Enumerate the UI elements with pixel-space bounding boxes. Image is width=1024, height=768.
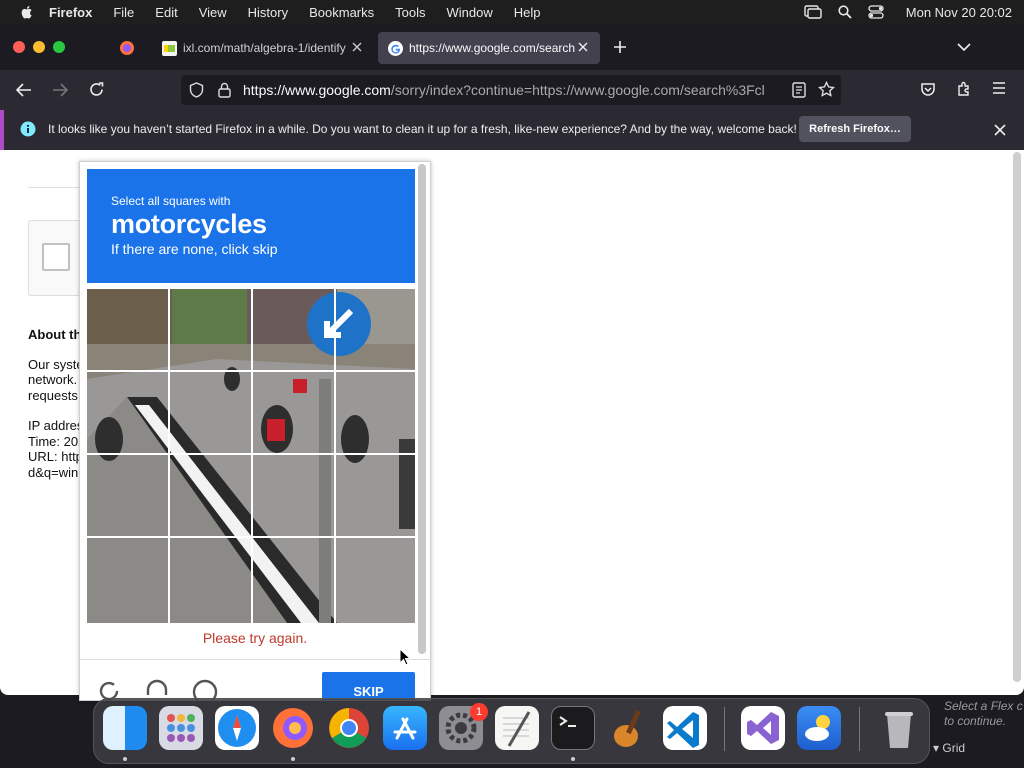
- finder-running-dot: [123, 757, 127, 761]
- bookmark-star-icon[interactable]: [818, 81, 835, 98]
- refresh-firefox-button[interactable]: Refresh Firefox…: [799, 116, 911, 142]
- visual-studio-icon[interactable]: [741, 706, 785, 750]
- tab-ixl-title: ixl.com/math/algebra-1/identify: [183, 41, 346, 55]
- app-store-icon[interactable]: [383, 706, 427, 750]
- textedit-icon[interactable]: [495, 706, 539, 750]
- skip-button[interactable]: SKIP: [322, 672, 415, 700]
- recaptcha-checkbox[interactable]: [42, 243, 70, 271]
- url-host: https://www.google.com: [243, 82, 391, 98]
- tab-google-title: https://www.google.com/search: [409, 41, 576, 55]
- address-bar[interactable]: https://www.google.com/sorry/index?conti…: [181, 75, 841, 105]
- menu-window[interactable]: Window: [447, 5, 493, 20]
- trash-icon[interactable]: [877, 706, 921, 750]
- challenge-instruction: Select all squares with: [111, 194, 231, 208]
- menu-view[interactable]: View: [199, 5, 227, 20]
- menu-tools[interactable]: Tools: [395, 5, 425, 20]
- query-line: d&q=win: [28, 465, 79, 480]
- tab-ixl[interactable]: ixl.com/math/algebra-1/identify: [152, 32, 374, 64]
- grid-section-label[interactable]: ▾ Grid: [933, 741, 965, 755]
- reader-view-icon[interactable]: [792, 82, 806, 98]
- dock: 1: [93, 698, 930, 764]
- challenge-scrollbar[interactable]: [418, 164, 426, 654]
- ip-address-line: IP addres: [28, 418, 84, 433]
- notification-bar: It looks like you haven’t started Firefo…: [0, 110, 1024, 150]
- ixl-favicon-icon: [162, 40, 177, 56]
- menu-edit[interactable]: Edit: [155, 5, 177, 20]
- url-text[interactable]: https://www.google.com/sorry/index?conti…: [243, 82, 783, 98]
- url-line: URL: http: [28, 449, 83, 464]
- info-icon: [20, 121, 36, 137]
- body-line-1: Our syste: [28, 357, 84, 372]
- new-tab-icon[interactable]: [613, 40, 627, 54]
- recaptcha-widget-box: [28, 220, 80, 296]
- list-all-tabs-icon[interactable]: [957, 42, 971, 52]
- settings-badge: 1: [470, 703, 488, 721]
- menu-help[interactable]: Help: [514, 5, 541, 20]
- error-message: Please try again.: [202, 630, 308, 646]
- about-heading: About th: [28, 327, 82, 342]
- grid-lines: [87, 289, 415, 623]
- back-arrow-icon[interactable]: [16, 83, 32, 97]
- vscode-icon[interactable]: [663, 706, 707, 750]
- launchpad-icon[interactable]: [159, 706, 203, 750]
- url-path: /sorry/index?continue=https://www.google…: [390, 82, 765, 98]
- firefox-icon[interactable]: [271, 706, 315, 750]
- challenge-target: motorcycles: [111, 209, 267, 239]
- body-line-2: network.: [28, 372, 78, 387]
- finder-icon[interactable]: [103, 706, 147, 750]
- screen-mirroring-icon[interactable]: [804, 5, 822, 19]
- tracking-protection-shield-icon[interactable]: [189, 82, 204, 98]
- panel-line-2: to continue.: [944, 714, 1007, 728]
- window-close-button[interactable]: [13, 41, 25, 53]
- firefox-running-dot: [291, 757, 295, 761]
- reload-icon[interactable]: [89, 82, 104, 97]
- time-line: Time: 202: [28, 434, 86, 449]
- control-center-icon[interactable]: [868, 5, 884, 19]
- lock-icon[interactable]: [218, 82, 231, 98]
- notification-message: It looks like you haven’t started Firefo…: [48, 122, 797, 136]
- app-menu-icon[interactable]: [992, 82, 1006, 94]
- menu-file[interactable]: File: [113, 5, 134, 20]
- extensions-icon[interactable]: [956, 81, 972, 97]
- dock-separator-2: [859, 707, 860, 751]
- grid-label-text: Grid: [942, 741, 966, 755]
- menu-history[interactable]: History: [248, 5, 288, 20]
- disclosure-triangle-icon: ▾: [933, 741, 943, 755]
- background-app-panel: Select a Flex c to continue. ▾ Grid: [930, 695, 1024, 768]
- tab-google-close-icon[interactable]: [576, 40, 590, 54]
- pocket-icon[interactable]: [920, 81, 936, 97]
- window-zoom-button[interactable]: [53, 41, 65, 53]
- forward-arrow-icon[interactable]: [52, 83, 68, 97]
- dock-separator: [724, 707, 725, 751]
- tab-firefox-view[interactable]: [110, 32, 144, 64]
- apple-icon[interactable]: [19, 4, 35, 20]
- recaptcha-challenge-dialog: Select all squares with motorcycles If t…: [79, 161, 431, 701]
- menu-bar: Firefox File Edit View History Bookmarks…: [0, 0, 1024, 24]
- spotlight-search-icon[interactable]: [838, 5, 852, 19]
- body-line-3: requests: [28, 388, 78, 403]
- weather-icon[interactable]: [797, 706, 841, 750]
- menu-app-name[interactable]: Firefox: [49, 5, 92, 20]
- challenge-hint: If there are none, click skip: [111, 241, 278, 257]
- panel-line-1: Select a Flex c: [944, 699, 1023, 713]
- divider: [28, 187, 80, 188]
- page-scrollbar[interactable]: [1013, 152, 1021, 682]
- terminal-icon[interactable]: [551, 706, 595, 750]
- tab-google[interactable]: https://www.google.com/search: [378, 32, 600, 64]
- challenge-footer-divider: [80, 659, 430, 660]
- chrome-icon[interactable]: [327, 706, 371, 750]
- challenge-header: Select all squares with motorcycles If t…: [87, 169, 415, 283]
- tab-ixl-close-icon[interactable]: [350, 40, 364, 54]
- terminal-running-dot: [571, 757, 575, 761]
- notification-close-icon[interactable]: [994, 124, 1006, 136]
- mouse-pointer-icon: [399, 648, 411, 666]
- garageband-icon[interactable]: [607, 706, 651, 750]
- challenge-image-grid: [87, 289, 415, 623]
- google-favicon-icon: [388, 40, 403, 56]
- menu-bookmarks[interactable]: Bookmarks: [309, 5, 374, 20]
- window-minimize-button[interactable]: [33, 41, 45, 53]
- safari-icon[interactable]: [215, 706, 259, 750]
- firefox-view-icon: [120, 41, 134, 55]
- menu-clock[interactable]: Mon Nov 20 20:02: [906, 5, 1012, 20]
